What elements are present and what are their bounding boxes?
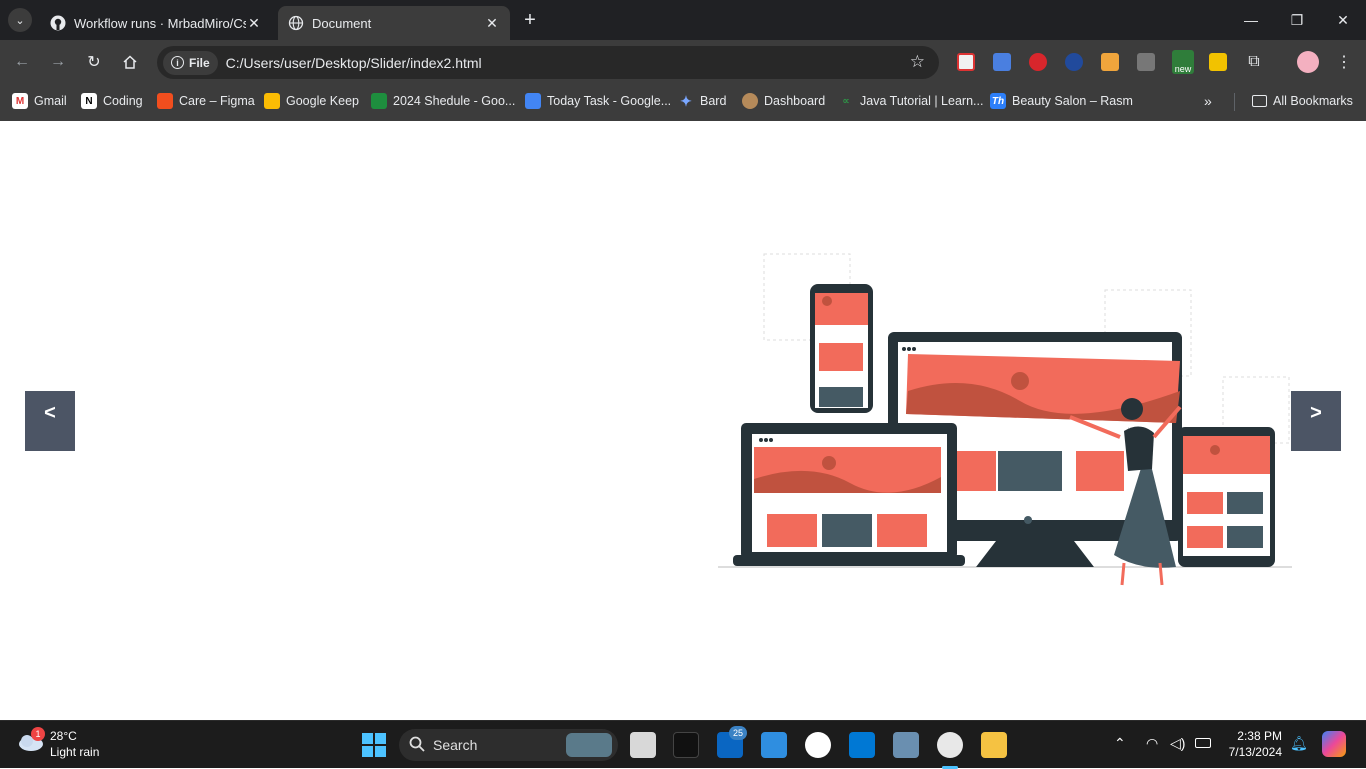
bard-icon: ✦ <box>680 92 692 109</box>
windows-start-icon[interactable] <box>361 732 387 758</box>
battery-icon[interactable] <box>1195 738 1211 748</box>
tab-title: Document <box>312 15 372 31</box>
extension-camera-icon[interactable] <box>1065 53 1083 71</box>
minimize-icon[interactable]: — <box>1228 0 1274 40</box>
tab-document[interactable]: Document ✕ <box>278 6 510 40</box>
tab-title: Workflow runs · MrbadMiro/Css <box>74 15 246 31</box>
bookmark-dashboard[interactable]: Dashboard <box>742 92 825 110</box>
sheets-icon <box>371 93 387 109</box>
copilot-icon[interactable] <box>1322 731 1346 757</box>
avatar[interactable] <box>1297 51 1319 73</box>
weather-icon[interactable]: 1 <box>17 727 45 755</box>
bookmark-today-task[interactable]: Today Task - Google... <box>525 92 671 110</box>
extension-new-icon[interactable]: new <box>1172 50 1194 74</box>
toolbar: ← → ↻ i File C:/Users/user/Desktop/Slide… <box>0 40 1366 84</box>
keep-icon <box>264 93 280 109</box>
close-window-icon[interactable]: ✕ <box>1320 0 1366 40</box>
more-bookmarks-icon[interactable]: » <box>1204 92 1212 110</box>
bookmark-star-icon[interactable]: ☆ <box>910 52 925 72</box>
scheme-label: File <box>189 55 210 70</box>
site-info-chip[interactable]: i File <box>163 50 218 75</box>
linkedin-icon[interactable]: 25 <box>717 726 747 758</box>
docs-icon <box>525 93 541 109</box>
puzzle-icon[interactable]: ⧉ <box>1245 53 1263 71</box>
close-tab-icon[interactable]: ✕ <box>484 15 500 31</box>
task-view-icon[interactable] <box>630 732 656 758</box>
extension-icon[interactable] <box>957 53 975 71</box>
slack-icon[interactable] <box>805 732 831 758</box>
search-placeholder: Search <box>433 737 478 753</box>
restore-icon[interactable]: ❐ <box>1274 0 1320 40</box>
all-bookmarks[interactable]: All Bookmarks <box>1252 92 1353 110</box>
translate-icon[interactable] <box>993 53 1011 71</box>
bookmark-coding[interactable]: N Coding <box>81 92 143 110</box>
page-content: < > <box>0 121 1366 720</box>
bookmark-bard[interactable]: ✦ Bard <box>678 92 726 110</box>
extension-grid-icon[interactable] <box>1137 53 1155 71</box>
notepad-icon[interactable] <box>761 732 787 758</box>
browser-chrome: ⌄ Workflow runs · MrbadMiro/Css ✕ Docume… <box>0 0 1366 121</box>
extension-orange-icon[interactable] <box>1101 53 1119 71</box>
github-icon <box>50 15 66 31</box>
bookmark-java-tutorial[interactable]: ∝ Java Tutorial | Learn... <box>838 92 983 110</box>
show-hidden-icons-icon[interactable]: ⌃ <box>1114 735 1126 752</box>
gmail-icon: M <box>12 93 28 109</box>
figma-icon <box>157 93 173 109</box>
url-text: C:/Users/user/Desktop/Slider/index2.html <box>225 54 482 71</box>
home-icon[interactable] <box>118 50 142 74</box>
new-badge: new <box>1174 64 1192 74</box>
divider <box>1234 93 1235 111</box>
linkedin-badge: 25 <box>729 726 747 740</box>
vscode-icon[interactable] <box>849 732 875 758</box>
info-icon: i <box>171 56 184 69</box>
search-icon <box>409 736 425 755</box>
close-tab-icon[interactable]: ✕ <box>246 15 262 31</box>
tab-workflow-runs[interactable]: Workflow runs · MrbadMiro/Css ✕ <box>40 6 272 40</box>
taskbar: 1 28°C Light rain Search 25 ⌃ ◠ ◁) 2:38 … <box>0 720 1366 769</box>
th-icon: Th <box>990 93 1006 109</box>
extension-vw-icon[interactable] <box>1029 53 1047 71</box>
reload-icon[interactable]: ↻ <box>82 50 106 74</box>
forward-icon[interactable]: → <box>46 50 70 74</box>
bookmark-figma[interactable]: Care – Figma <box>157 92 255 110</box>
search-highlight-icon <box>566 733 612 757</box>
weather-badge: 1 <box>31 727 45 741</box>
folder-icon <box>1252 95 1267 107</box>
taskbar-search[interactable]: Search <box>399 729 618 761</box>
globe-icon <box>288 15 304 31</box>
extension-yellow-icon[interactable] <box>1209 53 1227 71</box>
prev-slide-button[interactable]: < <box>25 391 75 451</box>
bookmarks-bar: M Gmail N Coding Care – Figma Google Keep … <box>0 84 1366 121</box>
dashboard-icon <box>742 93 758 109</box>
gfg-icon: ∝ <box>842 95 850 107</box>
back-icon[interactable]: ← <box>10 50 34 74</box>
file-explorer-icon[interactable] <box>981 732 1007 758</box>
clock-date[interactable]: 7/13/2024 <box>1218 745 1282 759</box>
clock-time[interactable]: 2:38 PM <box>1228 729 1282 743</box>
chrome-icon[interactable] <box>937 732 963 758</box>
notification-bell-icon[interactable]: 🔔︎ <box>1290 735 1308 752</box>
address-bar[interactable]: i File C:/Users/user/Desktop/Slider/inde… <box>157 46 939 79</box>
weather-temp: 28°C <box>50 729 77 743</box>
bookmark-keep[interactable]: Google Keep <box>264 92 359 110</box>
menu-icon[interactable]: ⋮ <box>1332 50 1356 74</box>
weather-condition: Light rain <box>50 745 100 759</box>
photos-icon[interactable] <box>893 732 919 758</box>
tab-search-button[interactable]: ⌄ <box>8 8 32 32</box>
bookmark-schedule[interactable]: 2024 Shedule - Goo... <box>371 92 515 110</box>
wifi-icon[interactable]: ◠ <box>1146 735 1158 752</box>
notion-icon: N <box>81 93 97 109</box>
tradingview-icon[interactable] <box>673 732 699 758</box>
responsive-devices-illustration <box>718 253 1292 586</box>
bookmark-gmail[interactable]: M Gmail <box>12 92 67 110</box>
new-tab-button[interactable]: + <box>520 10 540 30</box>
tab-strip: ⌄ Workflow runs · MrbadMiro/Css ✕ Docume… <box>0 0 1366 40</box>
volume-icon[interactable]: ◁) <box>1170 735 1185 752</box>
bookmark-beauty-salon[interactable]: Th Beauty Salon – Rasm <box>990 92 1133 110</box>
